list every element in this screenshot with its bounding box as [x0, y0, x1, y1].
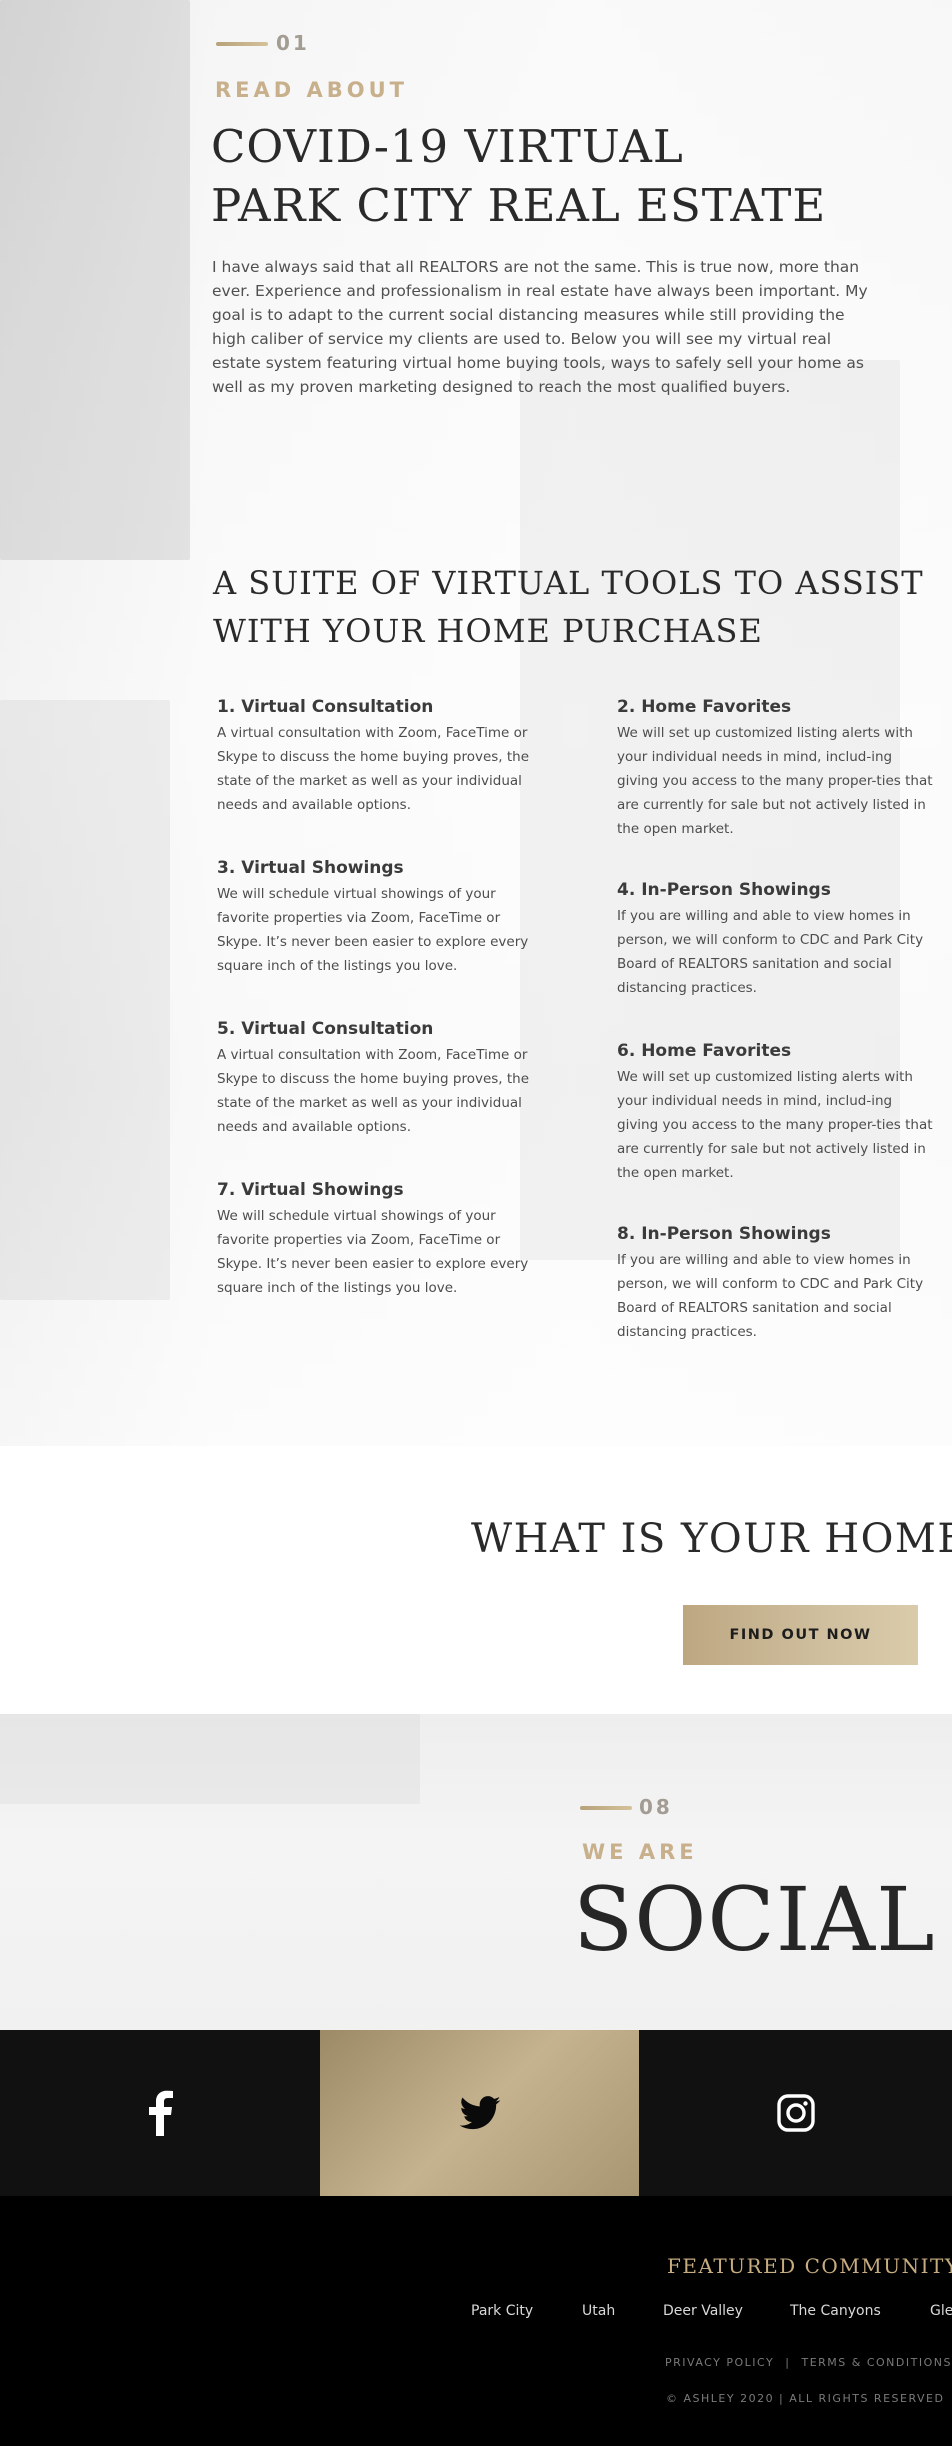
tool-title: 3. Virtual Showings	[217, 858, 404, 878]
copyright: © ASHLEY 2020 | ALL RIGHTS RESERVED	[666, 2392, 945, 2405]
intro-paragraph: I have always said that all REALTORS are…	[212, 258, 868, 396]
intro-title-line-2: PARK CITY REAL ESTATE	[211, 179, 827, 232]
tool-title: 8. In-Person Showings	[617, 1224, 831, 1244]
footer-link-utah[interactable]: Utah	[582, 2303, 615, 2319]
tool-title: 6. Home Favorites	[617, 1041, 792, 1061]
instagram-link[interactable]	[639, 2030, 952, 2196]
tools-title-line-2: WITH YOUR HOME PURCHASE	[213, 612, 763, 650]
section-number: 08	[639, 1795, 673, 1819]
eyebrow-line	[580, 1806, 632, 1810]
tool-title: 2. Home Favorites	[617, 697, 792, 717]
privacy-policy-link[interactable]: PRIVACY POLICY	[665, 2356, 774, 2369]
tool-text: We will set up customized listing alerts…	[617, 1069, 933, 1181]
legal-links: PRIVACY POLICY | TERMS & CONDITIONS	[665, 2356, 952, 2369]
facebook-link[interactable]	[0, 2030, 320, 2196]
tool-title: 4. In-Person Showings	[617, 880, 831, 900]
find-out-now-button[interactable]: FIND OUT NOW	[683, 1605, 918, 1665]
footer: FEATURED COMMUNITY Park City Utah Deer V…	[0, 2196, 952, 2446]
tool-item: 6. Home Favorites We will set up customi…	[617, 1041, 937, 1185]
tools-title-line-1: A SUITE OF VIRTUAL TOOLS TO ASSIST	[213, 564, 924, 602]
tool-text: We will schedule virtual showings of you…	[217, 886, 529, 974]
tool-item: 7. Virtual Showings We will schedule vir…	[217, 1180, 537, 1300]
eyebrow-line	[216, 42, 268, 46]
section-number: 01	[276, 31, 310, 55]
tool-item: 8. In-Person Showings If you are willing…	[617, 1224, 937, 1344]
twitter-icon	[459, 2096, 500, 2130]
social-title: SOCIAL	[573, 1868, 936, 1971]
intro-kicker: READ ABOUT	[215, 78, 408, 102]
background-photo-door	[0, 700, 170, 1300]
intro-section: 01 READ ABOUT COVID-19 VIRTUAL PARK CITY…	[0, 0, 952, 1446]
tool-item: 1. Virtual Consultation A virtual consul…	[217, 697, 537, 817]
tool-title: 7. Virtual Showings	[217, 1180, 404, 1200]
tool-text: We will schedule virtual showings of you…	[217, 1208, 529, 1296]
tool-text: A virtual consultation with Zoom, FaceTi…	[217, 1047, 530, 1135]
instagram-icon	[776, 2094, 815, 2132]
tool-text: We will set up customized listing alerts…	[617, 725, 933, 837]
background-photo	[0, 0, 190, 560]
social-kicker: WE ARE	[582, 1840, 698, 1864]
tool-title: 5. Virtual Consultation	[217, 1019, 434, 1039]
tool-text: A virtual consultation with Zoom, FaceTi…	[217, 725, 530, 813]
footer-link-park-city[interactable]: Park City	[471, 2303, 533, 2319]
intro-title-line-1: COVID-19 VIRTUAL	[211, 120, 684, 173]
tool-text: If you are willing and able to view home…	[617, 908, 924, 996]
tool-item: 3. Virtual Showings We will schedule vir…	[217, 858, 537, 978]
social-section: 08 WE ARE SOCIAL	[0, 1714, 952, 2030]
tool-text: If you are willing and able to view home…	[617, 1252, 924, 1340]
featured-community-heading: FEATURED COMMUNITY	[667, 2254, 952, 2278]
background-photo	[0, 1714, 420, 1804]
terms-conditions-link[interactable]: TERMS & CONDITIONS	[801, 2356, 951, 2369]
footer-link-deer-valley[interactable]: Deer Valley	[663, 2303, 743, 2319]
tool-item: 5. Virtual Consultation A virtual consul…	[217, 1019, 537, 1139]
legal-separator: |	[785, 2356, 791, 2369]
tool-item: 2. Home Favorites We will set up customi…	[617, 697, 937, 841]
footer-link-the-canyons[interactable]: The Canyons	[790, 2303, 881, 2319]
tools-title: A SUITE OF VIRTUAL TOOLS TO ASSIST WITH …	[213, 559, 924, 655]
footer-link-gle[interactable]: Gle	[930, 2303, 952, 2319]
tool-item: 4. In-Person Showings If you are willing…	[617, 880, 937, 1000]
facebook-icon	[149, 2090, 173, 2136]
tool-title: 1. Virtual Consultation	[217, 697, 434, 717]
social-links-band	[0, 2030, 952, 2196]
twitter-link[interactable]	[320, 2030, 639, 2196]
intro-title: COVID-19 VIRTUAL PARK CITY REAL ESTATE	[211, 117, 826, 235]
home-value-title: WHAT IS YOUR HOME W	[471, 1516, 952, 1562]
home-value-section: WHAT IS YOUR HOME W FIND OUT NOW	[0, 1446, 952, 1714]
